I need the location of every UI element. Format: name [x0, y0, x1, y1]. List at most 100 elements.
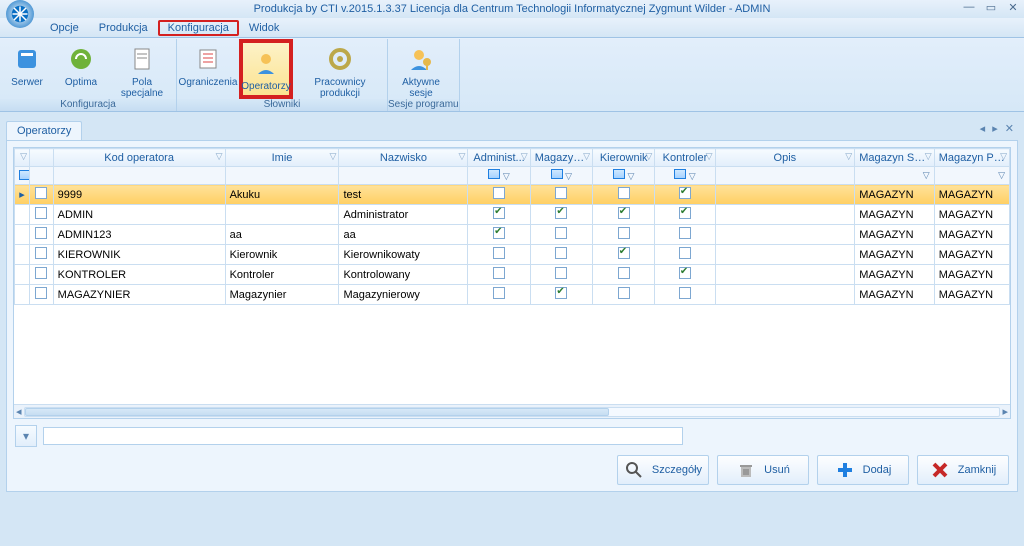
col-kontroler[interactable]: Kontroler▽	[655, 149, 715, 167]
cell-kod: KONTROLER	[53, 265, 225, 285]
checkbox[interactable]	[555, 287, 567, 299]
checkbox[interactable]	[493, 287, 505, 299]
ribbon-ograniczenia[interactable]: Ograniczenia	[177, 39, 239, 99]
col-magsur[interactable]: Magazyn Suro...▽	[855, 149, 935, 167]
titlebar: Produkcja by CTI v.2015.1.3.37 Licencja …	[0, 0, 1024, 18]
usun-button[interactable]: Usuń	[717, 455, 809, 485]
magnifier-icon	[624, 460, 644, 480]
cell-nazwisko: Kontrolowany	[339, 265, 468, 285]
filter-input[interactable]	[43, 427, 683, 445]
horizontal-scrollbar[interactable]: ◂ ▸	[14, 404, 1010, 418]
cell-imie	[225, 205, 339, 225]
cell-nazwisko: Administrator	[339, 205, 468, 225]
button-bar: Szczegóły Usuń Dodaj Zamknij	[7, 451, 1017, 491]
checkbox[interactable]	[618, 287, 630, 299]
scroll-right-icon[interactable]: ▸	[1002, 405, 1008, 418]
checkbox[interactable]	[35, 187, 47, 199]
checkbox[interactable]	[618, 207, 630, 219]
col-kod[interactable]: Kod operatora▽	[53, 149, 225, 167]
close-icon[interactable]: ✕	[1006, 1, 1020, 14]
checkbox[interactable]	[555, 187, 567, 199]
checkbox[interactable]	[555, 227, 567, 239]
checkbox[interactable]	[618, 187, 630, 199]
table-row[interactable]: ADMINAdministratorMAGAZYNMAGAZYN	[15, 205, 1010, 225]
plus-icon	[835, 460, 855, 480]
menubar: Opcje Produkcja Konfiguracja Widok	[0, 18, 1024, 38]
list-icon	[192, 43, 224, 75]
ribbon-aktywne-sesje[interactable]: Aktywne sesje	[388, 39, 454, 99]
checkbox[interactable]	[35, 287, 47, 299]
checkbox[interactable]	[493, 267, 505, 279]
checkbox[interactable]	[35, 207, 47, 219]
checkbox[interactable]	[679, 267, 691, 279]
checkbox[interactable]	[555, 267, 567, 279]
cell-magsur: MAGAZYN	[855, 265, 935, 285]
menu-produkcja[interactable]: Produkcja	[89, 20, 158, 36]
ribbon-optima[interactable]: Optima	[54, 39, 108, 99]
col-imie[interactable]: Imie▽	[225, 149, 339, 167]
cell-kod: ADMIN123	[53, 225, 225, 245]
minimize-icon[interactable]: —	[962, 1, 976, 14]
checkbox[interactable]	[618, 267, 630, 279]
ribbon-operatorzy[interactable]: Operatorzy	[239, 39, 293, 99]
menu-opcje[interactable]: Opcje	[40, 20, 89, 36]
col-opis[interactable]: Opis▽	[715, 149, 855, 167]
funnel-icon[interactable]: ▾	[15, 425, 37, 447]
ribbon-pola-specjalne[interactable]: Pola specjalne	[108, 39, 176, 99]
table-row[interactable]: ADMIN123aaaaMAGAZYNMAGAZYN	[15, 225, 1010, 245]
ribbon-group-slowniki: Ograniczenia Operatorzy Pracownicy produ…	[177, 39, 388, 111]
checkbox[interactable]	[679, 187, 691, 199]
ribbon-pracownicy[interactable]: Pracownicy produkcji	[293, 39, 387, 99]
checkbox[interactable]	[493, 247, 505, 259]
szczegoly-button[interactable]: Szczegóły	[617, 455, 709, 485]
col-kierownik[interactable]: Kierownik▽	[593, 149, 655, 167]
cell-imie: Kontroler	[225, 265, 339, 285]
cell-magsur: MAGAZYN	[855, 285, 935, 305]
maximize-icon[interactable]: ▭	[984, 1, 998, 14]
table-row[interactable]: KONTROLERKontrolerKontrolowanyMAGAZYNMAG…	[15, 265, 1010, 285]
trash-icon	[736, 460, 756, 480]
checkbox[interactable]	[35, 247, 47, 259]
col-admin[interactable]: Administ...▽	[468, 149, 530, 167]
cell-magpro: MAGAZYN	[934, 285, 1009, 305]
col-indicator[interactable]: ▽	[15, 149, 30, 167]
zamknij-button[interactable]: Zamknij	[917, 455, 1009, 485]
cell-nazwisko: test	[339, 185, 468, 205]
checkbox[interactable]	[679, 287, 691, 299]
checkbox[interactable]	[618, 247, 630, 259]
table-row[interactable]: ▸9999AkukutestMAGAZYNMAGAZYN	[15, 185, 1010, 205]
tab-operatorzy[interactable]: Operatorzy	[6, 121, 82, 140]
table-row[interactable]: KIEROWNIKKierownikKierownikowatyMAGAZYNM…	[15, 245, 1010, 265]
checkbox[interactable]	[35, 267, 47, 279]
checkbox[interactable]	[493, 207, 505, 219]
checkbox[interactable]	[493, 187, 505, 199]
checkbox[interactable]	[679, 227, 691, 239]
scroll-left-icon[interactable]: ◂	[16, 405, 22, 418]
col-nazwisko[interactable]: Nazwisko▽	[339, 149, 468, 167]
checkbox[interactable]	[555, 207, 567, 219]
dodaj-button[interactable]: Dodaj	[817, 455, 909, 485]
menu-konfiguracja[interactable]: Konfiguracja	[158, 20, 239, 36]
checkbox[interactable]	[35, 227, 47, 239]
checkbox[interactable]	[679, 247, 691, 259]
col-checkbox[interactable]	[30, 149, 54, 167]
checkbox[interactable]	[555, 247, 567, 259]
checkbox[interactable]	[679, 207, 691, 219]
grid-wrapper: ▽ Kod operatora▽ Imie▽ Nazwisko▽ Adminis…	[7, 141, 1017, 421]
col-magazyn[interactable]: Magazyn...▽	[530, 149, 592, 167]
filter-bar: ▾	[7, 421, 1017, 451]
user-icon	[250, 47, 282, 79]
menu-widok[interactable]: Widok	[239, 20, 290, 36]
cell-magsur: MAGAZYN	[855, 205, 935, 225]
ribbon-serwer[interactable]: Serwer	[0, 39, 54, 99]
table-row[interactable]: MAGAZYNIERMagazynierMagazynierowyMAGAZYN…	[15, 285, 1010, 305]
checkbox[interactable]	[618, 227, 630, 239]
cell-magpro: MAGAZYN	[934, 245, 1009, 265]
checkbox[interactable]	[493, 227, 505, 239]
table-filter-row[interactable]: ▽ ▽ ▽ ▽ ▽▽	[15, 167, 1010, 185]
optima-icon	[65, 43, 97, 75]
cell-magpro: MAGAZYN	[934, 185, 1009, 205]
tab-controls[interactable]: ◂ ▸ ✕	[980, 122, 1016, 135]
col-magpro[interactable]: Magazyn Pro...▽	[934, 149, 1009, 167]
cell-magsur: MAGAZYN	[855, 225, 935, 245]
